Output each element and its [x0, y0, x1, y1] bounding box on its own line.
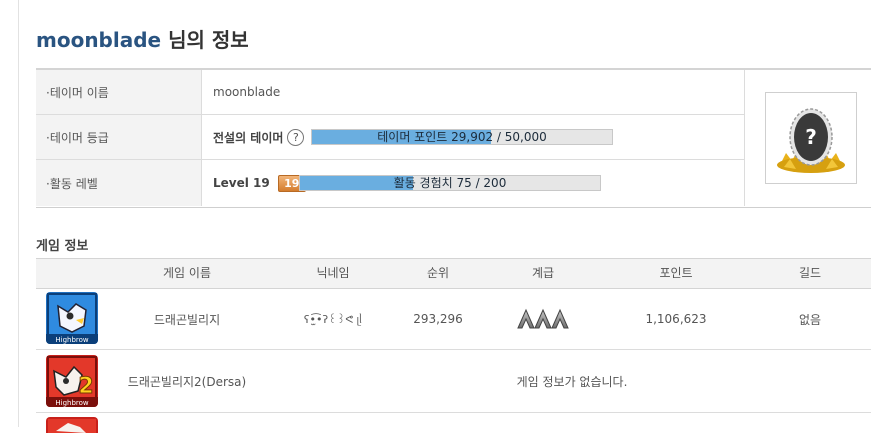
tamer-points-text: 테이머 포인트 29,902 / 50,000 — [377, 130, 547, 144]
tamer-points-bar: 테이머 포인트 29,902 / 50,000 — [311, 129, 613, 145]
tamer-grade-row: ·테이머 등급 전설의 테이머 ? 테이머 포인트 29,902 / 50,00… — [36, 115, 744, 160]
game-points: 1,106,623 — [645, 312, 707, 326]
col-guild: 길드 — [798, 266, 822, 280]
col-grade: 계급 — [531, 266, 555, 280]
activity-exp-bar: 활동 경험치 75 / 200 — [299, 175, 601, 191]
svg-text:Highbrow: Highbrow — [55, 399, 89, 407]
activity-level-row: ·활동 레벨 Level 19 19 활동 경험치 75 / 200 — [36, 160, 744, 206]
page-title: moonblade 님의 정보 — [36, 24, 249, 53]
mystery-egg-icon: ? — [777, 108, 845, 173]
tamer-name-label: ·테이머 이름 — [36, 70, 202, 114]
tamer-name-value: moonblade — [213, 85, 281, 99]
tamer-grade-text: 전설의 테이머 — [213, 130, 284, 145]
activity-level-text: Level 19 — [213, 176, 270, 190]
activity-level-label: ·활동 레벨 — [36, 160, 202, 206]
avatar-symbol: ? — [805, 125, 817, 149]
activity-exp-text: 활동 경험치 75 / 200 — [393, 176, 507, 190]
game-name: 드래곤빌리지2(Dersa) — [127, 374, 247, 389]
tamer-grade-value: 전설의 테이머 ? — [213, 115, 305, 159]
no-game-info-message: 게임 정보가 없습니다. — [516, 374, 628, 389]
dragon-village-icon[interactable]: Highbrow — [46, 292, 98, 344]
col-rank: 순위 — [426, 266, 450, 280]
dragon-village-icon-partial[interactable] — [46, 417, 98, 433]
game-info-title: 게임 정보 — [36, 239, 89, 254]
chevron-rank-icon — [517, 289, 569, 349]
svg-text:2: 2 — [78, 374, 93, 399]
dragon-village-2-icon[interactable]: 2 Highbrow — [46, 355, 98, 407]
col-points: 포인트 — [659, 266, 693, 280]
avatar-cell: ? — [744, 70, 872, 206]
game-table-header: 게임 이름 닉네임 순위 계급 포인트 길드 — [36, 258, 871, 289]
game-row — [36, 413, 871, 433]
game-rank: 293,296 — [413, 312, 463, 326]
tamer-name-row: ·테이머 이름 moonblade — [36, 70, 744, 115]
help-icon[interactable]: ? — [287, 128, 305, 146]
page-title-suffix: 님의 정보 — [161, 28, 249, 52]
tamer-grade-label: ·테이머 등급 — [36, 115, 202, 159]
game-name: 드래곤빌리지 — [153, 312, 221, 327]
avatar[interactable]: ? — [765, 92, 857, 184]
profile-info-table: ·테이머 이름 moonblade ·테이머 등급 전설의 테이머 ? 테이머 … — [36, 68, 871, 208]
left-border — [18, 0, 19, 427]
col-nickname: 닉네임 — [316, 266, 350, 280]
activity-level-value: Level 19 19 — [213, 160, 306, 206]
col-game-name: 게임 이름 — [163, 266, 211, 280]
game-info-table: 게임 이름 닉네임 순위 계급 포인트 길드 Highbrow 드래곤빌리지 ʕ… — [36, 258, 871, 433]
game-nickname: ʕ•̫͡•ʔ꒰꒱ᕙ ᥨᥣ — [303, 313, 363, 326]
svg-text:Highbrow: Highbrow — [55, 336, 89, 344]
game-guild: 없음 — [798, 312, 822, 327]
game-row: Highbrow 드래곤빌리지 ʕ•̫͡•ʔ꒰꒱ᕙ ᥨᥣ 293,296 1,1… — [36, 289, 871, 350]
game-row: 2 Highbrow 드래곤빌리지2(Dersa) 게임 정보가 없습니다. — [36, 350, 871, 413]
page-title-name: moonblade — [36, 28, 162, 52]
